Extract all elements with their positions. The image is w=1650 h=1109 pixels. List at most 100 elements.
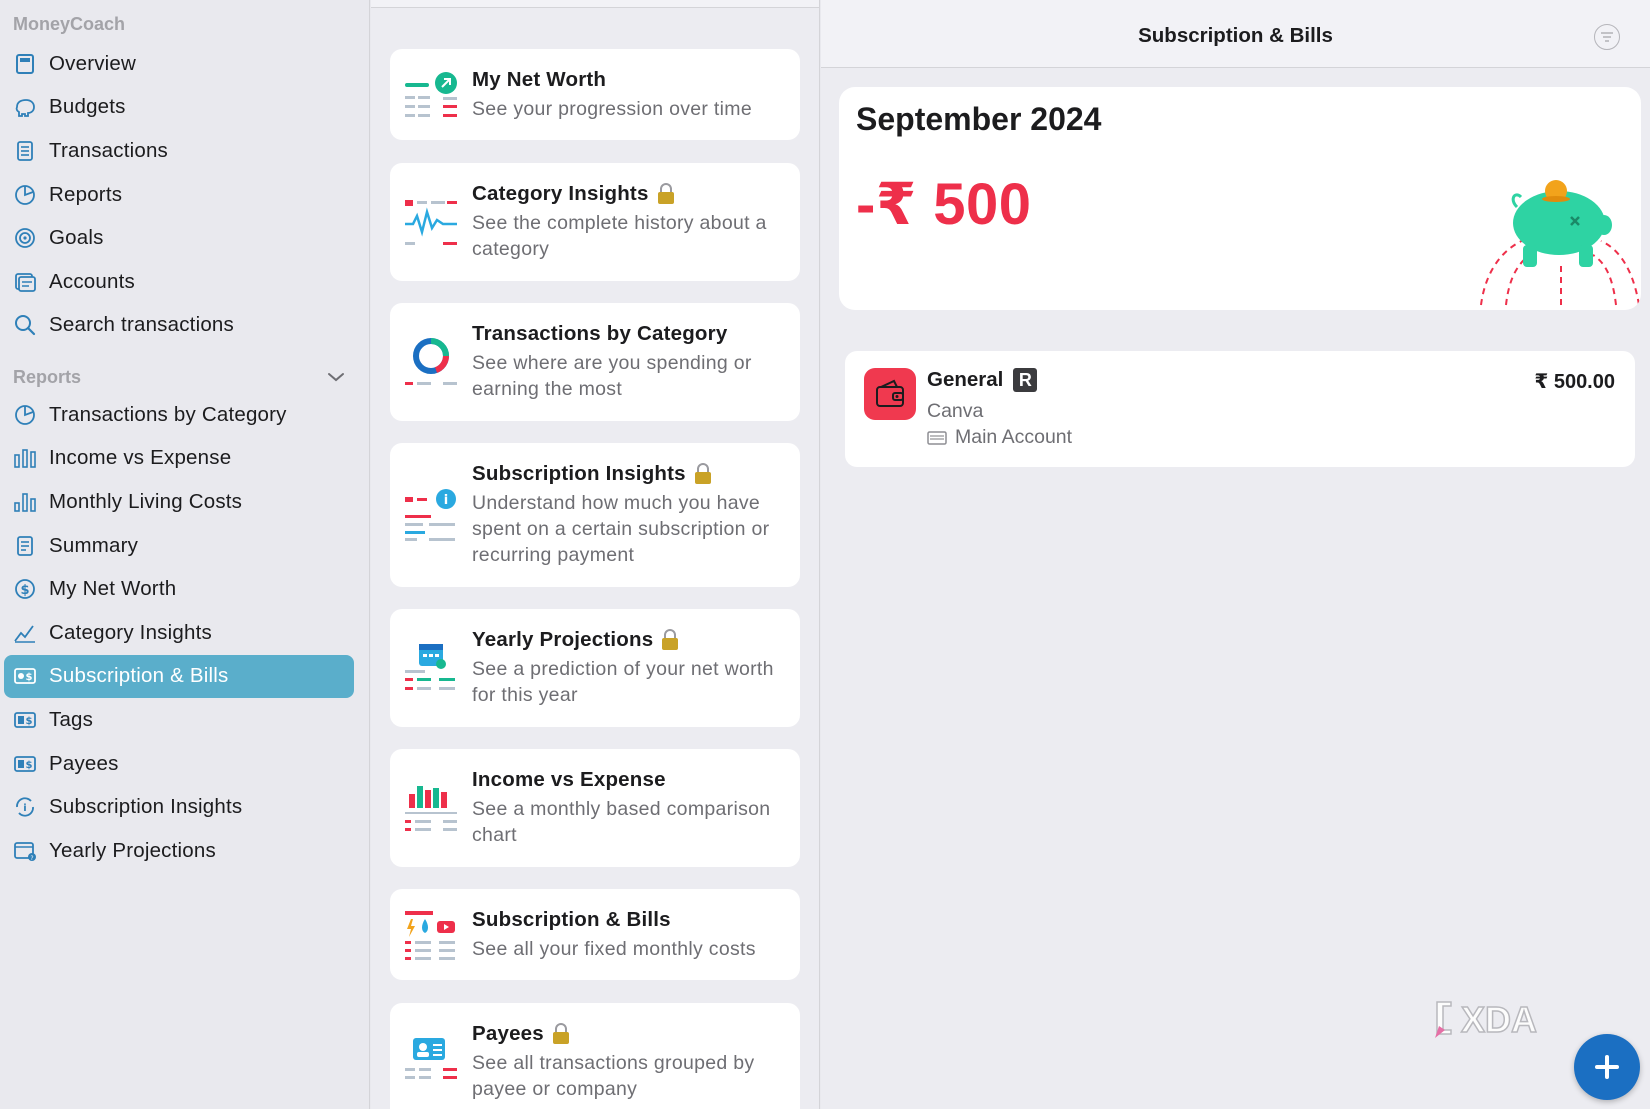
reports-list-panel: My Net Worth See your progression over t… xyxy=(371,0,820,1109)
sidebar-item-subscription-insights[interactable]: i Subscription Insights xyxy=(4,785,354,829)
month-label: September 2024 xyxy=(856,101,1102,137)
reports-icon xyxy=(12,182,38,208)
line-chart-icon xyxy=(12,620,38,646)
report-card-yearly-projections[interactable]: Yearly Projections See a prediction of y… xyxy=(390,609,800,727)
report-title: My Net Worth xyxy=(472,67,607,91)
pie-chart-icon xyxy=(12,402,38,428)
piggy-bank-illustration xyxy=(1480,180,1640,306)
sidebar-item-summary[interactable]: Summary xyxy=(4,524,354,568)
svg-text:$: $ xyxy=(26,672,33,683)
transactions-by-category-thumbnail-icon xyxy=(405,338,457,385)
svg-text:$: $ xyxy=(20,583,29,598)
plus-icon xyxy=(1595,1055,1619,1079)
xda-watermark-logo: XDA xyxy=(1435,998,1538,1040)
net-worth-thumbnail-icon xyxy=(405,71,457,117)
bill-icon: $ xyxy=(12,663,38,689)
report-description: See your progression over time xyxy=(472,97,752,120)
panel-top-bar xyxy=(371,0,819,8)
watermark-text: XDA xyxy=(1461,999,1537,1040)
chevron-down-icon[interactable] xyxy=(324,365,348,389)
lock-icon xyxy=(662,629,679,650)
report-card-subscription-bills[interactable]: Subscription & Bills See all your fixed … xyxy=(390,889,800,980)
subscription-insights-thumbnail-icon: i xyxy=(405,489,456,541)
sidebar-item-monthly-living-costs[interactable]: Monthly Living Costs xyxy=(4,480,354,524)
income-vs-expense-thumbnail-icon xyxy=(405,786,457,831)
sidebar-item-payees[interactable]: $ Payees xyxy=(4,742,354,786)
accounts-icon xyxy=(12,269,38,295)
budgets-icon xyxy=(12,94,38,120)
transaction-category: General R xyxy=(927,368,1038,392)
reports-section-header[interactable]: Reports xyxy=(13,364,348,390)
sidebar-item-transactions[interactable]: Transactions xyxy=(4,129,354,173)
sidebar-item-transactions-by-category[interactable]: Transactions by Category xyxy=(4,393,354,437)
transaction-amount: ₹ 500.00 xyxy=(1534,371,1615,393)
sidebar-item-label: Accounts xyxy=(49,269,135,293)
sidebar-item-accounts[interactable]: Accounts xyxy=(4,260,354,304)
report-description: See a prediction of your net worth for t… xyxy=(472,658,774,706)
lock-icon xyxy=(552,1023,569,1044)
report-title: Category Insights xyxy=(472,182,649,205)
sidebar-item-label: Transactions xyxy=(49,138,168,162)
report-card-payees[interactable]: Payees See all transactions grouped by p… xyxy=(390,1003,800,1109)
goals-icon xyxy=(12,225,38,251)
main-nav: Overview Budgets Transactions Reports Go… xyxy=(4,42,354,347)
sidebar-item-goals[interactable]: Goals xyxy=(4,216,354,260)
menu-icon[interactable] xyxy=(1594,24,1620,50)
category-insights-thumbnail-icon xyxy=(405,200,457,245)
report-description: See all your fixed monthly costs xyxy=(472,937,756,960)
payees-thumbnail-icon xyxy=(405,1038,457,1079)
report-title: Yearly Projections xyxy=(472,628,654,651)
report-title: Income vs Expense xyxy=(472,768,666,791)
lock-icon xyxy=(694,463,711,484)
sidebar-item-my-net-worth[interactable]: $ My Net Worth xyxy=(4,567,354,611)
report-description: See a monthly based comparison chart xyxy=(472,798,771,846)
category-label: General xyxy=(927,368,1004,391)
app-name: MoneyCoach xyxy=(13,14,126,34)
svg-text:i: i xyxy=(444,493,448,508)
sidebar-item-label: Income vs Expense xyxy=(49,446,232,470)
sidebar-item-label: Summary xyxy=(49,533,139,557)
report-card-transactions-by-category[interactable]: Transactions by Category See where are y… xyxy=(390,303,800,421)
sidebar-item-label: Payees xyxy=(49,751,119,775)
report-title: Subscription & Bills xyxy=(472,907,671,931)
report-card-subscription-insights[interactable]: i Subscription Insights Understand how m… xyxy=(390,443,800,587)
dollar-icon: $ xyxy=(12,576,38,602)
sidebar-item-yearly-projections[interactable]: ? Yearly Projections xyxy=(4,829,354,873)
sidebar: MoneyCoach Overview Budgets Transactions… xyxy=(0,0,370,1109)
sidebar-item-tags[interactable]: $ Tags xyxy=(4,698,354,742)
overview-icon xyxy=(12,51,38,77)
sidebar-item-label: My Net Worth xyxy=(49,577,177,601)
sidebar-item-label: Goals xyxy=(49,226,104,250)
sidebar-item-budgets[interactable]: Budgets xyxy=(4,86,354,130)
report-title: Transactions by Category xyxy=(472,322,728,345)
report-card-category-insights[interactable]: Category Insights See the complete histo… xyxy=(390,163,800,281)
wallet-icon xyxy=(864,368,916,420)
add-transaction-button[interactable] xyxy=(1574,1034,1640,1100)
sidebar-item-subscription-bills[interactable]: $ Subscription & Bills xyxy=(4,654,354,699)
sidebar-item-label: Budgets xyxy=(49,95,126,119)
sidebar-item-label: Transactions by Category xyxy=(49,402,287,426)
report-description: See where are you spending or earning th… xyxy=(472,352,752,400)
sidebar-item-income-vs-expense[interactable]: Income vs Expense xyxy=(4,437,354,481)
report-card-income-vs-expense[interactable]: Income vs Expense See a monthly based co… xyxy=(390,749,800,867)
detail-header: Subscription & Bills xyxy=(821,0,1650,68)
report-title: Subscription Insights xyxy=(472,462,686,485)
lock-icon xyxy=(657,183,674,204)
calendar-icon: ? xyxy=(12,838,38,864)
sidebar-item-overview[interactable]: Overview xyxy=(4,42,354,86)
sidebar-item-reports[interactable]: Reports xyxy=(4,173,354,217)
sidebar-item-category-insights[interactable]: Category Insights xyxy=(4,611,354,655)
detail-panel: Subscription & Bills September 2024 -₹ 5… xyxy=(821,0,1650,1109)
sidebar-item-label: Subscription & Bills xyxy=(49,664,229,688)
sidebar-item-search[interactable]: Search transactions xyxy=(4,304,354,348)
tag-icon: $ xyxy=(12,707,38,733)
transaction-row[interactable]: General R Canva Main Account ₹ 500.00 xyxy=(845,351,1635,467)
sidebar-item-label: Reports xyxy=(49,182,123,206)
bar-chart-icon xyxy=(12,445,38,471)
reports-section-label: Reports xyxy=(13,366,82,387)
report-title: Payees xyxy=(472,1022,544,1045)
svg-text:$: $ xyxy=(26,716,33,727)
report-card-net-worth[interactable]: My Net Worth See your progression over t… xyxy=(390,49,800,140)
card-icon xyxy=(927,430,947,445)
subscription-bills-thumbnail-icon xyxy=(405,910,455,960)
